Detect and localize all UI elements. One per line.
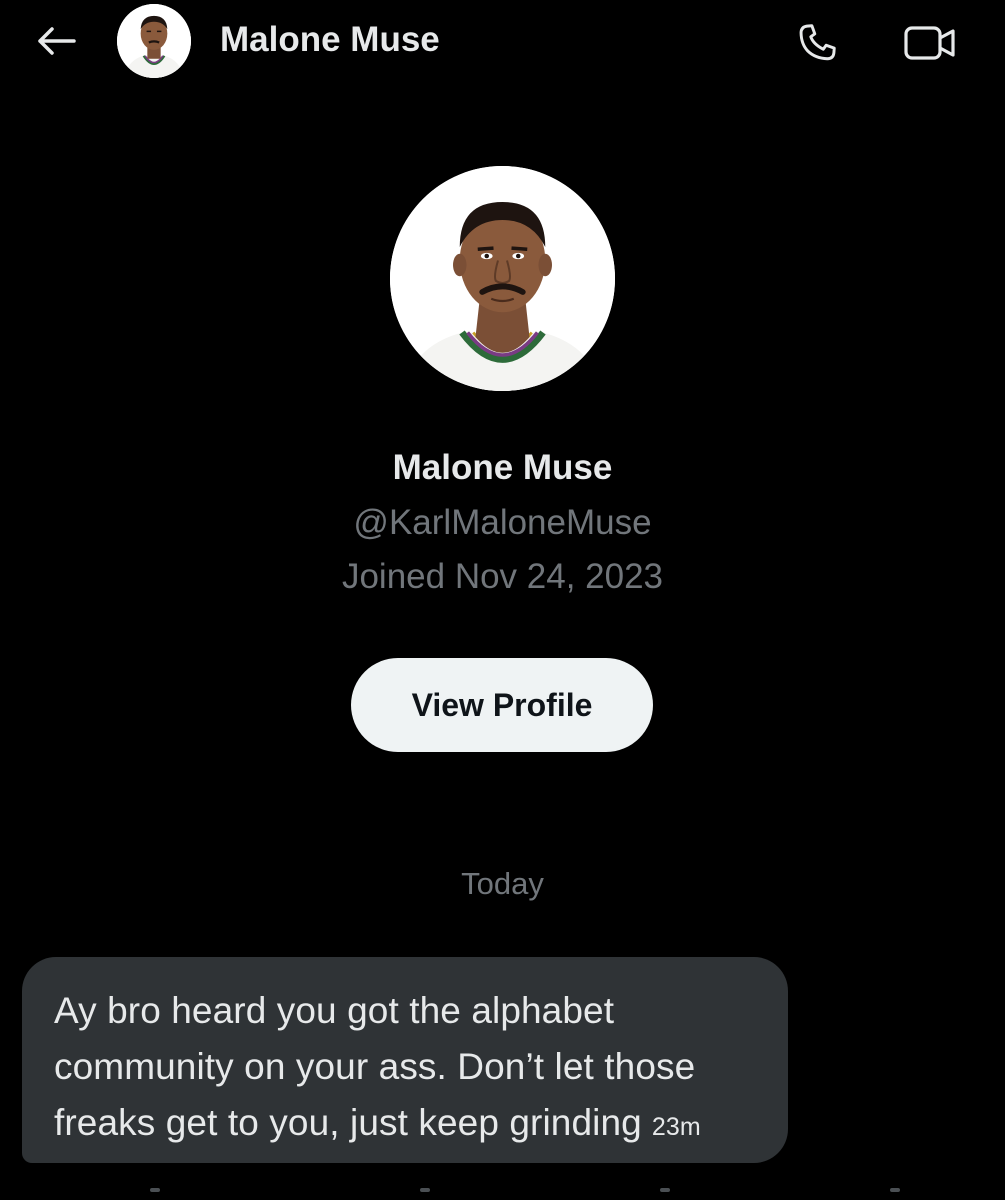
view-profile-button[interactable]: View Profile	[351, 658, 653, 752]
message-text: Ay bro heard you got the alphabet commun…	[54, 990, 696, 1143]
day-divider: Today	[461, 866, 544, 901]
avatar-illustration	[117, 4, 191, 78]
message-bubble[interactable]: Ay bro heard you got the alphabet commun…	[22, 957, 788, 1163]
profile-handle: @KarlMaloneMuse	[353, 503, 652, 542]
message-timestamp: 23m	[651, 1113, 701, 1141]
video-call-button[interactable]	[898, 18, 962, 68]
profile-avatar[interactable]	[390, 166, 615, 391]
phone-icon	[799, 24, 836, 61]
message-composer-edge	[0, 1188, 1005, 1200]
voice-call-button[interactable]	[792, 18, 842, 68]
profile-joined-date: Joined Nov 24, 2023	[341, 557, 664, 596]
profile-name: Malone Muse	[392, 448, 613, 487]
arrow-left-icon	[38, 27, 76, 55]
back-button[interactable]	[30, 20, 82, 62]
conversation-header: Malone Muse	[0, 0, 1005, 84]
video-camera-icon	[904, 26, 955, 60]
message-text-container: Ay bro heard you got the alphabet commun…	[54, 983, 758, 1155]
avatar-illustration	[390, 166, 615, 391]
header-avatar[interactable]	[117, 4, 191, 78]
header-title[interactable]: Malone Muse	[220, 20, 440, 60]
